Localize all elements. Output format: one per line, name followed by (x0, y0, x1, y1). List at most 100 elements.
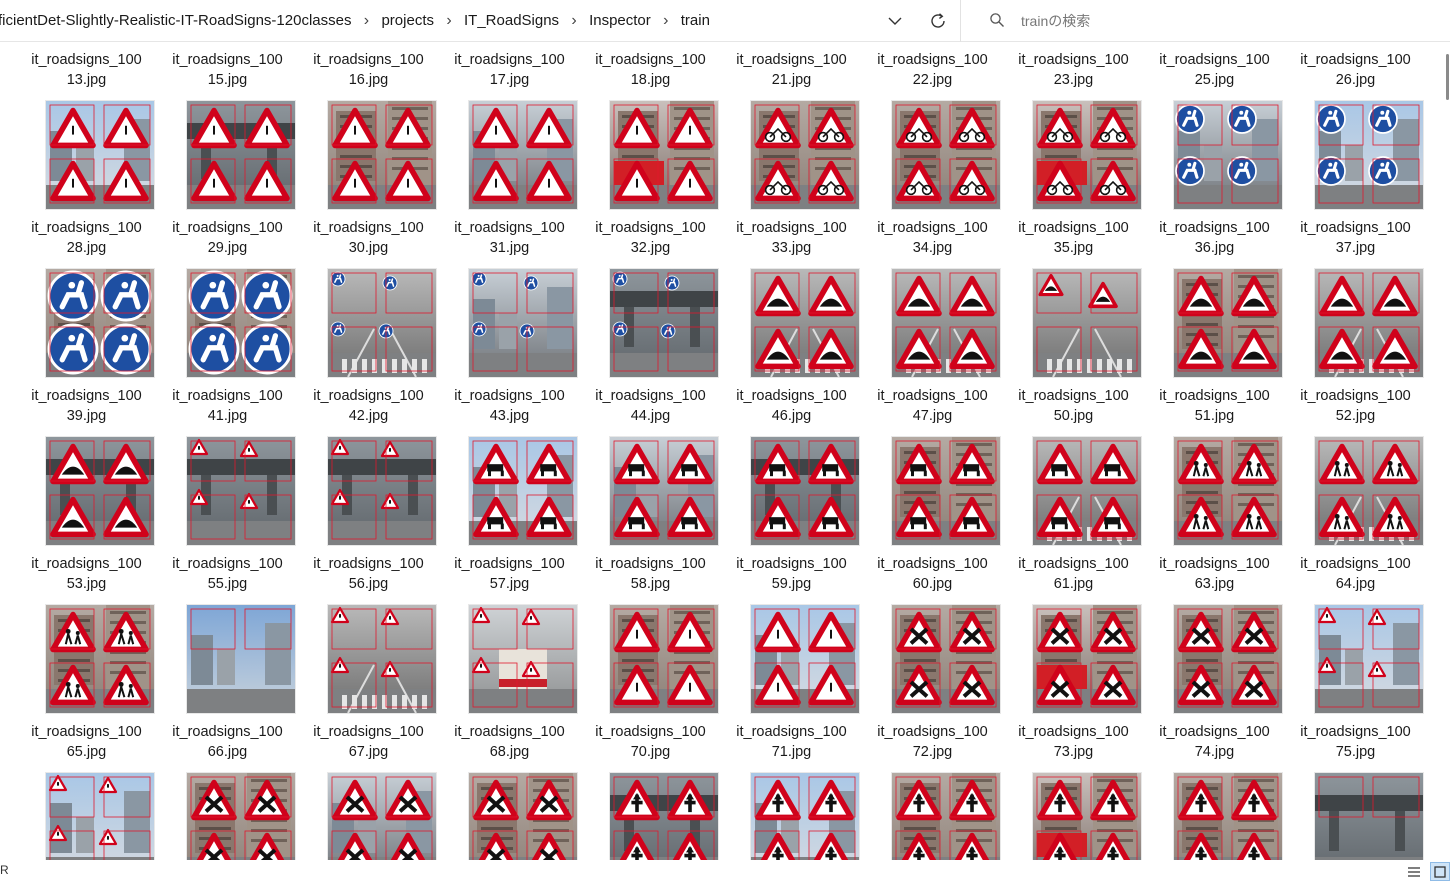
file-item[interactable]: it_roadsigns_100 18.jpg (580, 42, 721, 210)
breadcrumb-item[interactable]: train (677, 11, 714, 31)
image-thumbnail[interactable] (328, 269, 436, 377)
image-thumbnail[interactable] (610, 605, 718, 713)
file-item[interactable]: it_roadsigns_100 66.jpg (157, 714, 298, 860)
large-icons-view-icon[interactable] (1430, 862, 1450, 881)
image-thumbnail[interactable] (1033, 773, 1141, 860)
file-item[interactable]: it_roadsigns_100 61.jpg (1003, 546, 1144, 714)
file-item[interactable]: it_roadsigns_100 70.jpg (580, 714, 721, 860)
image-thumbnail[interactable] (1033, 605, 1141, 713)
file-item[interactable]: it_roadsigns_100 64.jpg (1285, 546, 1426, 714)
file-item[interactable]: it_roadsigns_100 59.jpg (721, 546, 862, 714)
file-item[interactable]: it_roadsigns_100 68.jpg (439, 714, 580, 860)
address-bar[interactable]: ficientDet-Slightly-Realistic-IT-RoadSig… (0, 0, 961, 42)
image-thumbnail[interactable] (751, 437, 859, 545)
file-item[interactable]: it_roadsigns_100 26.jpg (1285, 42, 1426, 210)
image-thumbnail[interactable] (610, 437, 718, 545)
image-thumbnail[interactable] (892, 437, 1000, 545)
image-thumbnail[interactable] (187, 773, 295, 860)
chevron-right-icon[interactable]: › (355, 11, 377, 31)
breadcrumb-item[interactable]: ficientDet-Slightly-Realistic-IT-RoadSig… (0, 11, 355, 31)
chevron-right-icon[interactable]: › (563, 11, 585, 31)
breadcrumb-item[interactable]: IT_RoadSigns (460, 11, 563, 31)
file-item[interactable]: it_roadsigns_100 46.jpg (721, 378, 862, 546)
file-item[interactable]: it_roadsigns_100 42.jpg (298, 378, 439, 546)
image-thumbnail[interactable] (1174, 605, 1282, 713)
image-thumbnail[interactable] (610, 101, 718, 209)
chevron-right-icon[interactable]: › (438, 11, 460, 31)
image-thumbnail[interactable] (1315, 101, 1423, 209)
file-item[interactable]: it_roadsigns_100 25.jpg (1144, 42, 1285, 210)
file-item[interactable]: it_roadsigns_100 21.jpg (721, 42, 862, 210)
file-item[interactable]: it_roadsigns_100 13.jpg (16, 42, 157, 210)
image-thumbnail[interactable] (1315, 605, 1423, 713)
image-thumbnail[interactable] (892, 773, 1000, 860)
file-item[interactable]: it_roadsigns_100 57.jpg (439, 546, 580, 714)
file-item[interactable]: it_roadsigns_100 29.jpg (157, 210, 298, 378)
image-thumbnail[interactable] (187, 269, 295, 377)
image-thumbnail[interactable] (892, 269, 1000, 377)
image-thumbnail[interactable] (469, 437, 577, 545)
refresh-icon[interactable] (926, 9, 950, 33)
image-thumbnail[interactable] (187, 101, 295, 209)
file-item[interactable]: it_roadsigns_100 65.jpg (16, 714, 157, 860)
file-item[interactable]: it_roadsigns_100 67.jpg (298, 714, 439, 860)
file-item[interactable]: it_roadsigns_100 17.jpg (439, 42, 580, 210)
image-thumbnail[interactable] (328, 437, 436, 545)
image-thumbnail[interactable] (1033, 437, 1141, 545)
file-item[interactable]: it_roadsigns_100 36.jpg (1144, 210, 1285, 378)
image-thumbnail[interactable] (46, 437, 154, 545)
image-thumbnail[interactable] (469, 773, 577, 860)
file-item[interactable]: it_roadsigns_100 39.jpg (16, 378, 157, 546)
file-item[interactable]: it_roadsigns_100 44.jpg (580, 378, 721, 546)
search-input[interactable] (1021, 11, 1421, 31)
image-thumbnail[interactable] (751, 101, 859, 209)
chevron-right-icon[interactable]: › (655, 11, 677, 31)
file-item[interactable]: it_roadsigns_100 50.jpg (1003, 378, 1144, 546)
image-thumbnail[interactable] (469, 605, 577, 713)
file-item[interactable]: it_roadsigns_100 28.jpg (16, 210, 157, 378)
file-item[interactable]: it_roadsigns_100 33.jpg (721, 210, 862, 378)
file-item[interactable]: it_roadsigns_100 51.jpg (1144, 378, 1285, 546)
image-thumbnail[interactable] (1315, 269, 1423, 377)
breadcrumb-item[interactable]: projects (377, 11, 438, 31)
file-item[interactable]: it_roadsigns_100 31.jpg (439, 210, 580, 378)
file-item[interactable]: it_roadsigns_100 56.jpg (298, 546, 439, 714)
image-thumbnail[interactable] (892, 101, 1000, 209)
file-item[interactable]: it_roadsigns_100 52.jpg (1285, 378, 1426, 546)
file-item[interactable]: it_roadsigns_100 15.jpg (157, 42, 298, 210)
file-item[interactable]: it_roadsigns_100 75.jpg (1285, 714, 1426, 860)
scrollbar-thumb[interactable] (1446, 54, 1449, 100)
breadcrumb-item[interactable]: Inspector (585, 11, 655, 31)
image-thumbnail[interactable] (328, 773, 436, 860)
file-item[interactable]: it_roadsigns_100 41.jpg (157, 378, 298, 546)
file-item[interactable]: it_roadsigns_100 43.jpg (439, 378, 580, 546)
file-item[interactable]: it_roadsigns_100 35.jpg (1003, 210, 1144, 378)
file-item[interactable]: it_roadsigns_100 23.jpg (1003, 42, 1144, 210)
image-thumbnail[interactable] (892, 605, 1000, 713)
image-thumbnail[interactable] (46, 773, 154, 860)
file-item[interactable]: it_roadsigns_100 32.jpg (580, 210, 721, 378)
image-thumbnail[interactable] (1315, 437, 1423, 545)
file-item[interactable]: it_roadsigns_100 53.jpg (16, 546, 157, 714)
file-item[interactable]: it_roadsigns_100 47.jpg (862, 378, 1003, 546)
file-item[interactable]: it_roadsigns_100 22.jpg (862, 42, 1003, 210)
file-item[interactable]: it_roadsigns_100 30.jpg (298, 210, 439, 378)
file-item[interactable]: it_roadsigns_100 58.jpg (580, 546, 721, 714)
image-thumbnail[interactable] (46, 605, 154, 713)
image-thumbnail[interactable] (1174, 437, 1282, 545)
image-thumbnail[interactable] (1033, 269, 1141, 377)
image-thumbnail[interactable] (751, 773, 859, 860)
image-thumbnail[interactable] (187, 437, 295, 545)
file-item[interactable]: it_roadsigns_100 72.jpg (862, 714, 1003, 860)
file-item[interactable]: it_roadsigns_100 60.jpg (862, 546, 1003, 714)
file-item[interactable]: it_roadsigns_100 55.jpg (157, 546, 298, 714)
file-item[interactable]: it_roadsigns_100 16.jpg (298, 42, 439, 210)
file-item[interactable]: it_roadsigns_100 34.jpg (862, 210, 1003, 378)
image-thumbnail[interactable] (328, 101, 436, 209)
image-thumbnail[interactable] (610, 269, 718, 377)
chevron-down-icon[interactable] (882, 10, 908, 32)
image-thumbnail[interactable] (751, 605, 859, 713)
file-item[interactable]: it_roadsigns_100 74.jpg (1144, 714, 1285, 860)
image-thumbnail[interactable] (46, 269, 154, 377)
search-box[interactable] (975, 0, 1450, 42)
